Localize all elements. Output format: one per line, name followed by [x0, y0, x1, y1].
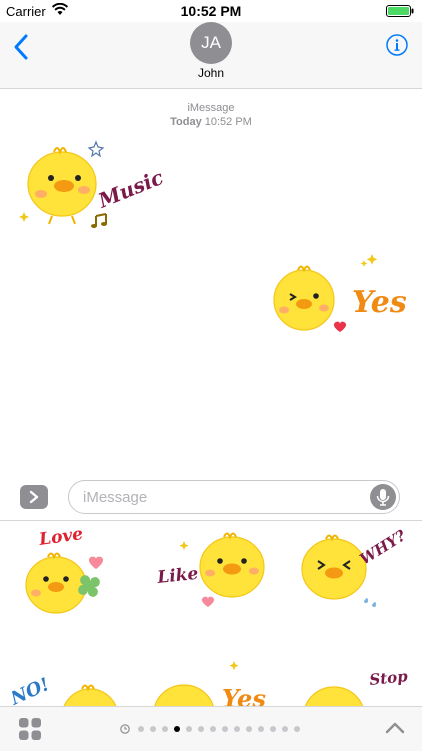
page-dot[interactable]	[246, 726, 252, 732]
recents-clock-icon[interactable]	[120, 724, 130, 734]
chick-like-sticker[interactable]: Like	[156, 527, 268, 623]
status-time: 10:52 PM	[180, 3, 242, 19]
chick-icon	[301, 534, 367, 600]
page-dot[interactable]	[150, 726, 156, 732]
sticker-drawer: Love Like WHY? NO! Yes Stop	[0, 520, 422, 707]
page-dot[interactable]	[198, 726, 204, 732]
contact-avatar[interactable]: JA	[190, 22, 232, 64]
battery-icon	[386, 5, 414, 17]
chick-why-sticker[interactable]: WHY?	[296, 525, 416, 625]
microphone-icon	[376, 489, 390, 506]
sticker-word: Music	[94, 165, 164, 213]
sticker-word: Like	[156, 564, 199, 588]
page-dot[interactable]	[222, 726, 228, 732]
sparkle-icon	[366, 254, 378, 265]
status-bar: Carrier 10:52 PM	[0, 0, 422, 22]
sticker-word: Love	[37, 524, 85, 550]
app-grid-icon[interactable]	[18, 717, 42, 741]
chick-music-sticker[interactable]: Music	[14, 138, 164, 238]
chick-yes-sticker[interactable]: Yes	[266, 250, 411, 346]
apps-toggle-button[interactable]	[20, 485, 48, 509]
service-label: iMessage	[187, 102, 235, 114]
chick-icon	[25, 552, 87, 614]
chick-icon	[154, 684, 214, 707]
chick-icon	[304, 686, 364, 707]
chevron-up-icon[interactable]	[384, 719, 406, 737]
sticker-word: NO!	[12, 674, 53, 707]
sticker-word: Yes	[222, 684, 266, 707]
chick-no-sticker[interactable]: NO!	[12, 659, 124, 707]
back-chevron-icon[interactable]	[10, 32, 34, 62]
message-input[interactable]: iMessage	[68, 480, 400, 514]
chick-love-sticker[interactable]: Love	[18, 523, 118, 623]
chevron-right-icon	[29, 490, 39, 504]
chick-icon	[199, 532, 265, 598]
app-drawer-bar	[0, 706, 422, 751]
heart-icon	[333, 321, 347, 332]
sticker-word: WHY?	[357, 526, 410, 568]
contact-name[interactable]: John	[0, 66, 422, 80]
page-dot[interactable]	[282, 726, 288, 732]
page-dot[interactable]	[234, 726, 240, 732]
sparkle-icon	[229, 661, 239, 671]
page-dot[interactable]	[162, 726, 168, 732]
chick-yes-sticker[interactable]: Yes	[150, 657, 270, 707]
heart-icon	[88, 556, 104, 569]
page-dot[interactable]	[138, 726, 144, 732]
chick-icon	[273, 265, 335, 331]
info-icon[interactable]	[386, 34, 408, 56]
page-dot[interactable]	[210, 726, 216, 732]
timestamp-day: Today	[170, 116, 202, 128]
message-input-placeholder: iMessage	[83, 489, 148, 506]
timestamp-time: 10:52 PM	[204, 116, 252, 128]
conversation-header: JA John	[0, 22, 422, 89]
chick-icon	[27, 147, 97, 225]
sticker-word: Stop	[369, 667, 409, 689]
star-icon	[87, 140, 105, 158]
sparkle-icon	[19, 212, 29, 222]
page-indicator[interactable]	[120, 724, 310, 734]
page-dot[interactable]	[174, 726, 180, 732]
chick-icon	[63, 684, 117, 707]
message-timestamp: Today 10:52 PM	[0, 116, 422, 128]
music-note-icon	[91, 213, 107, 228]
sparkle-icon	[360, 260, 368, 267]
sweat-drop-icon	[364, 598, 376, 607]
page-dot[interactable]	[186, 726, 192, 732]
heart-icon	[201, 596, 215, 607]
dictation-button[interactable]	[370, 484, 396, 510]
sparkle-icon	[179, 541, 189, 551]
chick-stop-sticker[interactable]: Stop	[300, 661, 410, 707]
page-dot[interactable]	[258, 726, 264, 732]
page-dot[interactable]	[294, 726, 300, 732]
sticker-word: Yes	[352, 285, 407, 320]
clover-icon	[78, 575, 100, 597]
page-dot[interactable]	[270, 726, 276, 732]
